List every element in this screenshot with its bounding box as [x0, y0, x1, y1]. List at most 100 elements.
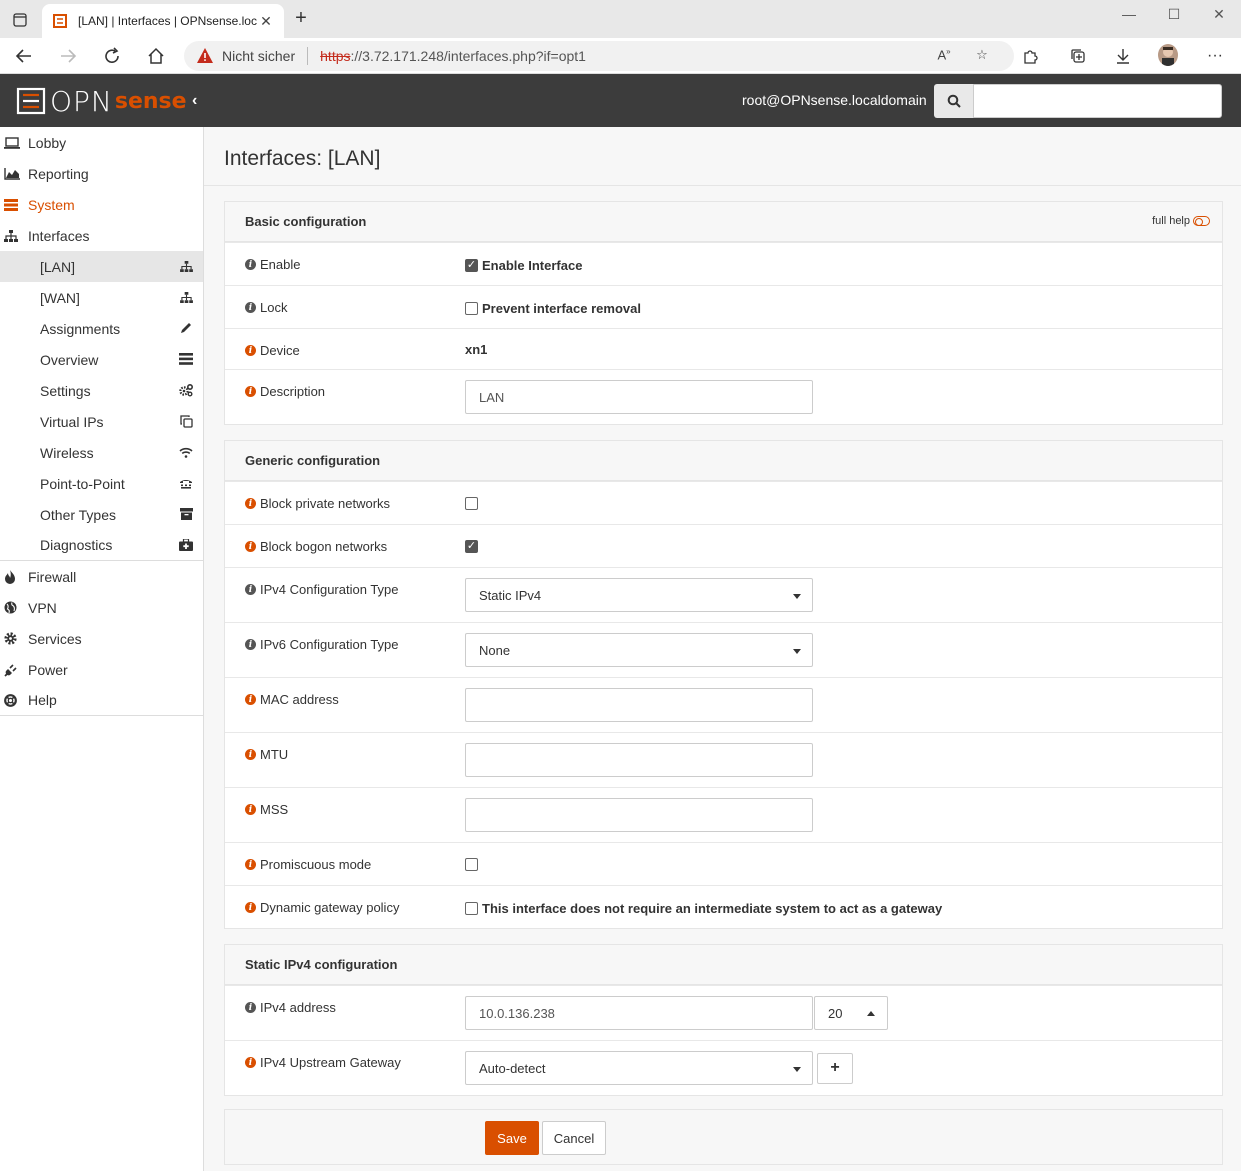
- promiscuous-checkbox[interactable]: [465, 857, 478, 871]
- add-gateway-button[interactable]: +: [817, 1052, 853, 1084]
- sidebar-subitem-diagnostics[interactable]: Diagnostics: [0, 530, 203, 561]
- full-help-toggle[interactable]: full help: [1152, 215, 1210, 227]
- sidebar-item-power[interactable]: Power: [0, 654, 203, 685]
- upstream-gateway-select[interactable]: Auto-detect: [465, 1051, 813, 1085]
- info-icon[interactable]: i: [245, 859, 256, 870]
- back-icon[interactable]: [12, 44, 36, 68]
- info-icon[interactable]: i: [245, 498, 256, 509]
- section-title: Basic configuration: [245, 214, 367, 229]
- sidebar-item-label: Help: [28, 692, 57, 708]
- info-icon[interactable]: i: [245, 749, 256, 760]
- home-icon[interactable]: [144, 44, 168, 68]
- mac-address-input[interactable]: [465, 688, 813, 722]
- info-icon[interactable]: i: [245, 902, 256, 913]
- read-aloud-icon[interactable]: A»: [934, 47, 954, 65]
- field-label: Lock: [260, 300, 288, 315]
- sidebar-subitem-wireless[interactable]: Wireless: [0, 437, 203, 468]
- info-icon[interactable]: i: [245, 1002, 256, 1013]
- user-menu[interactable]: root@OPNsense.localdomain: [742, 92, 927, 108]
- sidebar-subitem-lan[interactable]: [LAN]: [0, 251, 203, 282]
- sidebar-item-help[interactable]: Help: [0, 685, 203, 716]
- url-path: ://3.72.171.248/interfaces.php?if=opt1: [350, 48, 586, 64]
- info-icon[interactable]: i: [245, 259, 256, 270]
- downloads-icon[interactable]: [1113, 46, 1133, 66]
- extensions-icon[interactable]: [1020, 46, 1040, 66]
- minimize-icon[interactable]: —: [1106, 6, 1152, 28]
- browser-tab[interactable]: [LAN] | Interfaces | OPNsense.loc ✕: [42, 4, 284, 38]
- close-window-icon[interactable]: ✕: [1196, 6, 1241, 28]
- sidebar-item-firewall[interactable]: Firewall: [0, 561, 203, 592]
- sidebar-item-label: Lobby: [28, 134, 67, 151]
- sidebar-subitem-assignments[interactable]: Assignments: [0, 313, 203, 344]
- device-value: xn1: [465, 341, 488, 357]
- collapse-sidebar-icon[interactable]: ‹: [192, 92, 197, 110]
- block-bogon-checkbox[interactable]: ✓: [465, 539, 478, 553]
- ipv6-type-select[interactable]: None: [465, 633, 813, 667]
- form-row-mss: i MSS: [225, 787, 1222, 842]
- info-icon[interactable]: i: [245, 639, 256, 650]
- ipv4-type-select[interactable]: Static IPv4: [465, 578, 813, 612]
- sidebar-item-lobby[interactable]: Lobby: [0, 127, 203, 158]
- enable-interface-checkbox[interactable]: ✓: [465, 259, 478, 272]
- form-row-dynamic-gateway: i Dynamic gateway policy This interface d…: [225, 885, 1222, 928]
- sidebar-item-interfaces[interactable]: Interfaces: [0, 220, 203, 251]
- sidebar-subitem-overview[interactable]: Overview: [0, 344, 203, 375]
- info-icon[interactable]: i: [245, 694, 256, 705]
- field-label: MAC address: [260, 692, 339, 707]
- description-input[interactable]: LAN: [465, 380, 813, 414]
- forward-icon[interactable]: [56, 44, 80, 68]
- caret-down-icon: [793, 594, 801, 599]
- form-row-ipv4-address: i IPv4 address 10.0.136.238 20: [225, 985, 1222, 1040]
- sidebar-subitem-point-to-point[interactable]: Point-to-Point: [0, 468, 203, 499]
- info-icon[interactable]: i: [245, 541, 256, 552]
- info-icon[interactable]: i: [245, 386, 256, 397]
- cancel-button[interactable]: Cancel: [542, 1121, 606, 1155]
- info-icon[interactable]: i: [245, 584, 256, 595]
- block-private-checkbox[interactable]: [465, 496, 478, 510]
- tab-actions-icon[interactable]: [8, 8, 32, 32]
- sidebar-subitem-settings[interactable]: Settings: [0, 375, 203, 406]
- new-tab-icon[interactable]: +: [290, 8, 312, 30]
- more-menu-icon[interactable]: ···: [1205, 46, 1225, 66]
- collections-icon[interactable]: [1068, 46, 1088, 66]
- form-actions: Save Cancel: [224, 1109, 1223, 1165]
- field-label: MTU: [260, 747, 289, 762]
- ipv4-address-input[interactable]: 10.0.136.238: [465, 996, 813, 1030]
- dynamic-gateway-checkbox[interactable]: [465, 902, 478, 915]
- close-tab-icon[interactable]: ✕: [258, 13, 274, 30]
- logo-text: OPN: [50, 84, 113, 118]
- form-row-mtu: i MTU: [225, 732, 1222, 787]
- reload-icon[interactable]: [100, 44, 124, 68]
- save-button[interactable]: Save: [485, 1121, 539, 1155]
- sidebar-item-label: Services: [28, 630, 82, 647]
- sidebar-subitem-virtual-ips[interactable]: Virtual IPs: [0, 406, 203, 437]
- security-label[interactable]: Nicht sicher: [222, 48, 295, 64]
- sidebar-subitem-other-types[interactable]: Other Types: [0, 499, 203, 530]
- sidebar-item-system[interactable]: System: [0, 189, 203, 220]
- info-icon[interactable]: i: [245, 302, 256, 313]
- info-icon[interactable]: i: [245, 345, 256, 356]
- sidebar-item-vpn[interactable]: VPN: [0, 592, 203, 623]
- checkbox-text: Enable Interface: [482, 258, 583, 273]
- maximize-icon[interactable]: ☐: [1151, 6, 1197, 28]
- favorite-add-icon[interactable]: ☆: [972, 47, 992, 65]
- info-icon[interactable]: i: [245, 1057, 256, 1068]
- subnet-mask-select[interactable]: 20: [814, 996, 888, 1030]
- field-label: Dynamic gateway policy: [260, 900, 400, 915]
- url-field[interactable]: Nicht sicher https ://3.72.171.248/inter…: [184, 41, 1014, 71]
- info-icon[interactable]: i: [245, 804, 256, 815]
- form-row-ipv4-type: i IPv4 Configuration Type Static IPv4: [225, 567, 1222, 622]
- search-input[interactable]: [973, 84, 1222, 118]
- sidebar-item-services[interactable]: Services: [0, 623, 203, 654]
- sidebar-subitem-label: Settings: [40, 382, 91, 399]
- mss-input[interactable]: [465, 798, 813, 832]
- search-button[interactable]: [934, 84, 973, 118]
- sidebar-subitem-wan[interactable]: [WAN]: [0, 282, 203, 313]
- profile-avatar[interactable]: [1158, 44, 1178, 66]
- opnsense-logo[interactable]: OPN sense: [16, 84, 187, 118]
- cog-icon: [0, 632, 28, 645]
- prevent-removal-checkbox[interactable]: [465, 302, 478, 315]
- sidebar-item-reporting[interactable]: Reporting: [0, 158, 203, 189]
- mtu-input[interactable]: [465, 743, 813, 777]
- sidebar-item-label: Firewall: [28, 568, 77, 585]
